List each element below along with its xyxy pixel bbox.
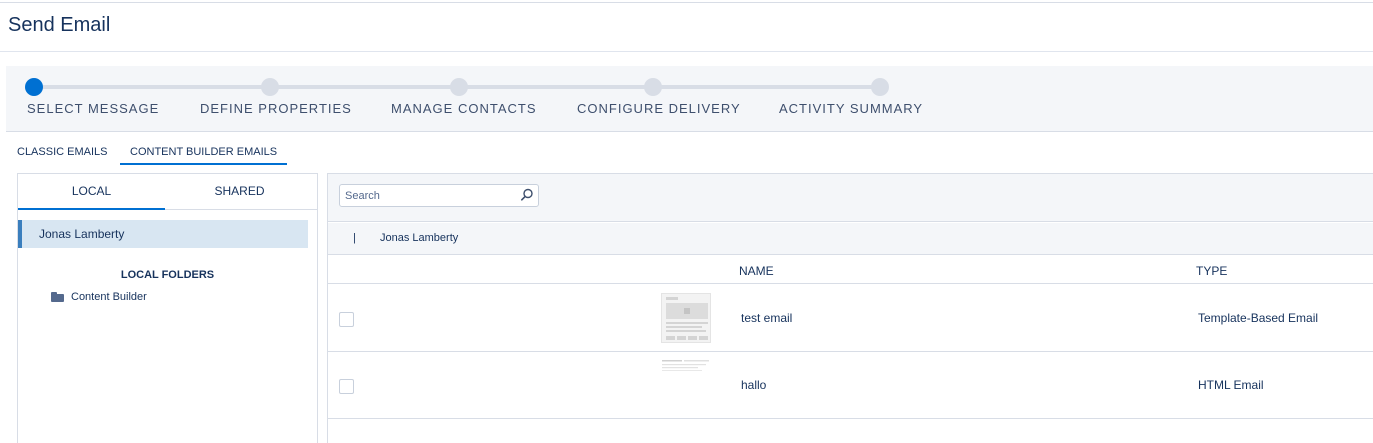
tab-content-builder-emails[interactable]: CONTENT BUILDER EMAILS — [120, 142, 288, 165]
search-input[interactable] — [340, 185, 516, 206]
email-name[interactable]: hallo — [741, 378, 766, 392]
page-title: Send Email — [8, 14, 111, 36]
step-label-activity-summary[interactable]: ACTIVITY SUMMARY — [779, 101, 923, 116]
column-header-type[interactable]: TYPE — [1196, 264, 1227, 278]
title-divider — [0, 51, 1373, 52]
step-dot-select-message[interactable] — [25, 78, 43, 96]
step-dot-activity-summary[interactable] — [871, 78, 889, 96]
breadcrumb-item[interactable]: Jonas Lamberty — [380, 232, 458, 244]
step-dot-define-properties[interactable] — [261, 78, 279, 96]
step-dot-manage-contacts[interactable] — [450, 78, 468, 96]
step-label-select-message[interactable]: SELECT MESSAGE — [27, 101, 159, 116]
folder-item-content-builder[interactable]: Content Builder — [51, 291, 147, 303]
local-folders-heading: LOCAL FOLDERS — [120, 269, 215, 281]
step-label-configure-delivery[interactable]: CONFIGURE DELIVERY — [577, 101, 741, 116]
tab-shared[interactable]: SHARED — [166, 174, 313, 210]
email-thumbnail — [662, 360, 709, 371]
email-type: HTML Email — [1198, 378, 1264, 392]
email-name[interactable]: test email — [741, 311, 792, 325]
step-dot-configure-delivery[interactable] — [644, 78, 662, 96]
step-label-manage-contacts[interactable]: MANAGE CONTACTS — [391, 101, 537, 116]
column-header-name[interactable]: NAME — [739, 264, 774, 278]
email-list-panel: | Jonas Lamberty NAME TYPE test email Te… — [327, 173, 1373, 443]
breadcrumb-separator: | — [353, 232, 356, 244]
step-label-define-properties[interactable]: DEFINE PROPERTIES — [200, 101, 352, 116]
tab-local[interactable]: LOCAL — [18, 174, 165, 210]
folder-panel: LOCAL SHARED Jonas Lamberty LOCAL FOLDER… — [17, 173, 318, 443]
row-checkbox[interactable] — [339, 379, 354, 394]
tab-classic-emails[interactable]: CLASSIC EMAILS — [17, 142, 107, 165]
table-row[interactable]: hallo HTML Email — [328, 352, 1373, 419]
search-icon[interactable] — [520, 188, 534, 202]
row-checkbox[interactable] — [339, 312, 354, 327]
top-divider — [0, 2, 1373, 3]
progress-stepper: SELECT MESSAGE DEFINE PROPERTIES MANAGE … — [6, 66, 1373, 132]
email-type: Template-Based Email — [1198, 311, 1319, 325]
search-box — [339, 184, 539, 207]
folder-panel-tabs: LOCAL SHARED — [18, 174, 317, 210]
user-folder-item[interactable]: Jonas Lamberty — [18, 220, 308, 248]
folder-item-label: Content Builder — [71, 291, 147, 303]
email-thumbnail — [661, 293, 711, 343]
table-row[interactable]: test email Template-Based Email — [328, 285, 1373, 352]
table-header: NAME TYPE — [328, 255, 1373, 284]
breadcrumb: | Jonas Lamberty — [328, 223, 1373, 255]
list-toolbar — [328, 174, 1373, 222]
folder-icon — [51, 292, 64, 302]
